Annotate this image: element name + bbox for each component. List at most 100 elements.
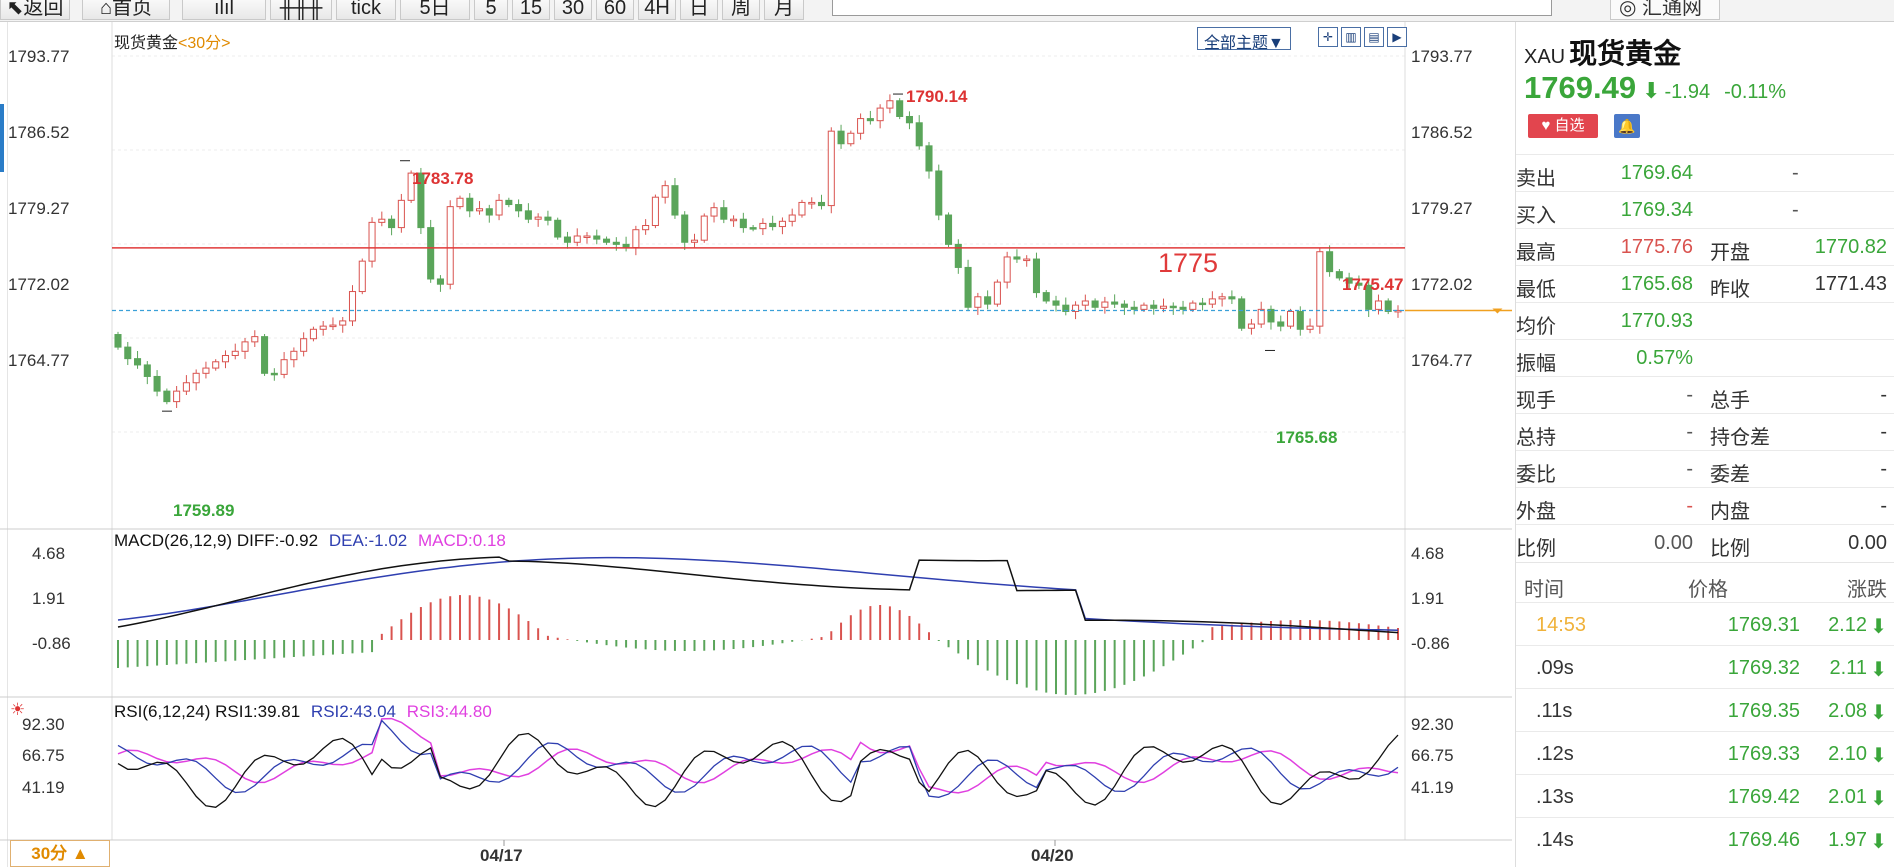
candle-up (993, 281, 1001, 305)
candle-up (661, 185, 669, 198)
quote-stat-row: 最高 1775.76 开盘 1770.82 (1516, 228, 1894, 265)
candle-down (1042, 292, 1050, 302)
price-tick-right: 1793.77 (1411, 47, 1472, 66)
period-30-button[interactable]: 30 (554, 0, 592, 20)
toolbar: ⬉返回 ⌂首页 ılıl ╫╫╫ tick 5日 5 15 30 60 4H 日… (0, 0, 1894, 22)
candle-down (1130, 306, 1138, 310)
candle-up (700, 215, 708, 241)
period-60-button[interactable]: 60 (596, 0, 634, 20)
indicator-icon[interactable]: ▤ (1364, 27, 1384, 47)
period-4h-button[interactable]: 4H (638, 0, 676, 20)
price-tick-right: 1779.27 (1411, 199, 1472, 218)
period-month-button[interactable]: 月 (764, 0, 804, 20)
quote-stat-qval2: 1770.82 (1814, 236, 1887, 258)
candle-up (456, 197, 464, 208)
candle-down (925, 145, 933, 172)
period-15-button[interactable]: 15 (512, 0, 550, 20)
candle-down (466, 197, 474, 212)
symbol-code: XAU (1524, 46, 1566, 68)
chart-area[interactable]: 1793.77 1793.77 1786.52 1786.52 1779.27 1779.… (0, 22, 1512, 867)
candle-down (554, 219, 562, 238)
rsi-title: RSI(6,12,24) RSI1:39.81 RSI2:43.04 RSI3:… (114, 702, 492, 721)
quote-stat-qval1: - (1686, 495, 1693, 517)
quote-stat-row: 总持 - 持仓差 - (1516, 413, 1894, 450)
symbol-name: 现货黄金 (1569, 37, 1682, 70)
candle-down (544, 216, 552, 221)
layout-icon[interactable]: ▥ (1341, 27, 1361, 47)
candle-down (896, 100, 904, 117)
tick-price: 1769.31 (1727, 614, 1800, 636)
heart-icon: ♥ (1541, 117, 1551, 134)
brand-logo[interactable]: ◎ 汇通网 (1610, 0, 1720, 20)
low-label: 1765.68 (1276, 428, 1337, 447)
down-arrow-icon: ⬇ (1642, 78, 1661, 103)
candle-up (1189, 302, 1197, 310)
tick-change: 2.01 (1828, 786, 1867, 808)
add-favorite-button[interactable]: ♥ 自选 (1528, 114, 1598, 138)
tick-price: 1769.33 (1727, 743, 1800, 765)
tick-time: 14:53 (1536, 614, 1587, 636)
forward-icon[interactable]: ▶ (1387, 27, 1407, 47)
quote-stat-qlab: 振幅 (1516, 353, 1556, 375)
tick-change: 1.97 (1828, 829, 1867, 851)
candle-down (866, 118, 874, 122)
period-week-button[interactable]: 周 (722, 0, 760, 20)
candle-up (192, 372, 200, 384)
candle-up (1159, 305, 1168, 309)
candle-up (632, 229, 640, 249)
candle-up (280, 359, 288, 375)
candle-up (358, 260, 366, 293)
candlestick-button[interactable]: ╫╫╫ (270, 0, 332, 20)
candle-down (153, 375, 161, 392)
quote-stat-row: 卖出 1769.64 - (1516, 154, 1894, 191)
quote-stat-row: 最低 1765.68 昨收 1771.43 (1516, 265, 1894, 302)
quote-stat-qlab: 比例 (1516, 538, 1556, 560)
candle-up (583, 235, 591, 238)
low-label: 1759.89 (173, 501, 234, 520)
period-day-button[interactable]: 日 (680, 0, 718, 20)
candle-up (1101, 301, 1109, 308)
hline-value: 1775.47 (1342, 275, 1403, 294)
candle-down (817, 201, 826, 207)
candle-down (1228, 296, 1236, 300)
candle-up (886, 100, 894, 109)
candle-up (573, 235, 581, 243)
tick-row: .13s 1769.42 2.01 ⬇ (1516, 774, 1894, 817)
5day-button[interactable]: 5日 (400, 0, 470, 20)
candle-down (388, 218, 396, 229)
candle-up (378, 218, 386, 223)
back-button[interactable]: ⬉返回 (0, 0, 70, 20)
candle-down (915, 122, 923, 147)
candle-up (397, 199, 405, 229)
toolbar-search-field[interactable] (832, 0, 1552, 16)
down-arrow-icon: ⬇ (1870, 831, 1887, 853)
alert-button[interactable]: 🔔 (1614, 114, 1640, 138)
price-tick-right: 1764.77 (1411, 351, 1472, 370)
macd-tick-right: 1.91 (1411, 589, 1444, 608)
bar-chart-button[interactable]: ılıl (182, 0, 266, 20)
quote-stat-row: 振幅 0.57% (1516, 339, 1894, 376)
candle-up (251, 336, 259, 343)
candle-down (114, 334, 122, 348)
quote-stat-qval1: 1775.76 (1620, 236, 1693, 258)
crosshair-icon[interactable]: ✛ (1318, 27, 1338, 47)
tick-button[interactable]: tick (336, 0, 396, 20)
candle-down (612, 241, 620, 245)
hline-note: 1775 (1158, 248, 1218, 278)
quote-stat-qlab: 卖出 (1516, 168, 1556, 190)
period-selector[interactable]: 30分 ▲ (10, 840, 110, 867)
theme-dropdown[interactable]: 全部主题▼ (1197, 27, 1291, 52)
price-tick-right: 1772.02 (1411, 275, 1472, 294)
candle-down (524, 210, 532, 220)
home-button[interactable]: ⌂首页 (82, 0, 170, 20)
tick-row: .14s 1769.46 1.97 ⬇ (1516, 817, 1894, 860)
quote-stat-qval1: 1770.93 (1620, 310, 1693, 332)
candle-up (534, 216, 542, 220)
period-5-button[interactable]: 5 (474, 0, 508, 20)
sun-icon[interactable]: ☀ (10, 700, 25, 720)
candle-down (1169, 305, 1177, 309)
quote-stat-row: 比例 0.00 比例 0.00 (1516, 524, 1894, 561)
rsi-tick-left: 41.19 (22, 778, 65, 797)
price-tick-left: 1779.27 (8, 199, 69, 218)
rsi-tick-left: 92.30 (22, 715, 65, 734)
